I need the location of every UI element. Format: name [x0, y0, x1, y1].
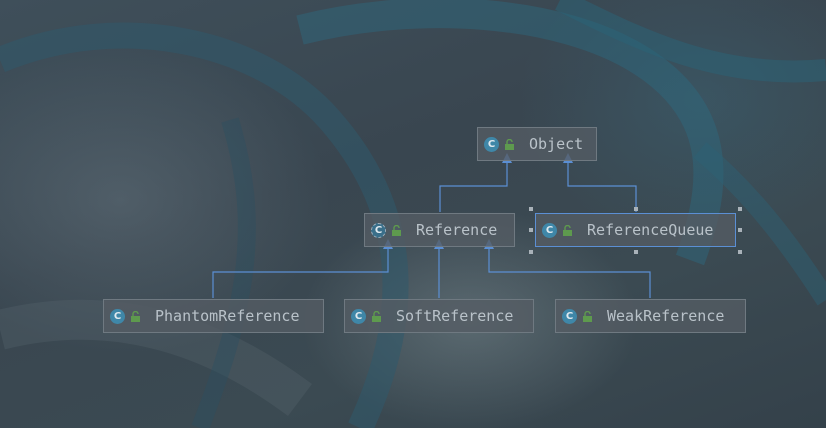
class-name-label: PhantomReference — [155, 307, 300, 325]
abstract-class-icon: C — [371, 222, 386, 238]
lock-icon — [131, 310, 140, 322]
selection-handle[interactable] — [529, 250, 533, 254]
edge-reference-queue-to-object — [563, 153, 637, 212]
class-name-label: SoftReference — [396, 307, 514, 325]
lock-icon — [392, 224, 401, 236]
class-node-reference[interactable]: C Reference — [364, 213, 515, 247]
class-name-label: ReferenceQueue — [587, 221, 714, 239]
edge-phantom-reference-to-reference — [212, 239, 393, 298]
selection-handle[interactable] — [529, 207, 533, 211]
class-icon: C — [542, 222, 557, 238]
lock-icon — [505, 138, 514, 150]
class-name-label: Object — [529, 135, 584, 153]
class-icon: C — [110, 308, 125, 324]
selection-handle[interactable] — [738, 228, 742, 232]
selection-handle[interactable] — [634, 250, 638, 254]
lock-icon — [563, 224, 572, 236]
class-node-object[interactable]: C Object — [477, 127, 597, 161]
class-node-soft-reference[interactable]: C SoftReference — [344, 299, 534, 333]
selection-handle[interactable] — [634, 207, 638, 211]
class-name-label: WeakReference — [607, 307, 725, 325]
edge-weak-reference-to-reference — [484, 239, 651, 298]
class-name-label: Reference — [416, 221, 498, 239]
selection-handle[interactable] — [738, 207, 742, 211]
class-node-weak-reference[interactable]: C WeakReference — [555, 299, 746, 333]
selection-handle[interactable] — [738, 250, 742, 254]
class-icon: C — [484, 136, 499, 152]
class-icon: C — [562, 308, 577, 324]
lock-icon — [372, 310, 381, 322]
edge-reference-to-object — [439, 153, 512, 212]
class-node-phantom-reference[interactable]: C PhantomReference — [103, 299, 324, 333]
class-icon: C — [351, 308, 366, 324]
lock-icon — [583, 310, 592, 322]
class-node-reference-queue[interactable]: C ReferenceQueue — [535, 213, 736, 247]
selection-handle[interactable] — [529, 228, 533, 232]
